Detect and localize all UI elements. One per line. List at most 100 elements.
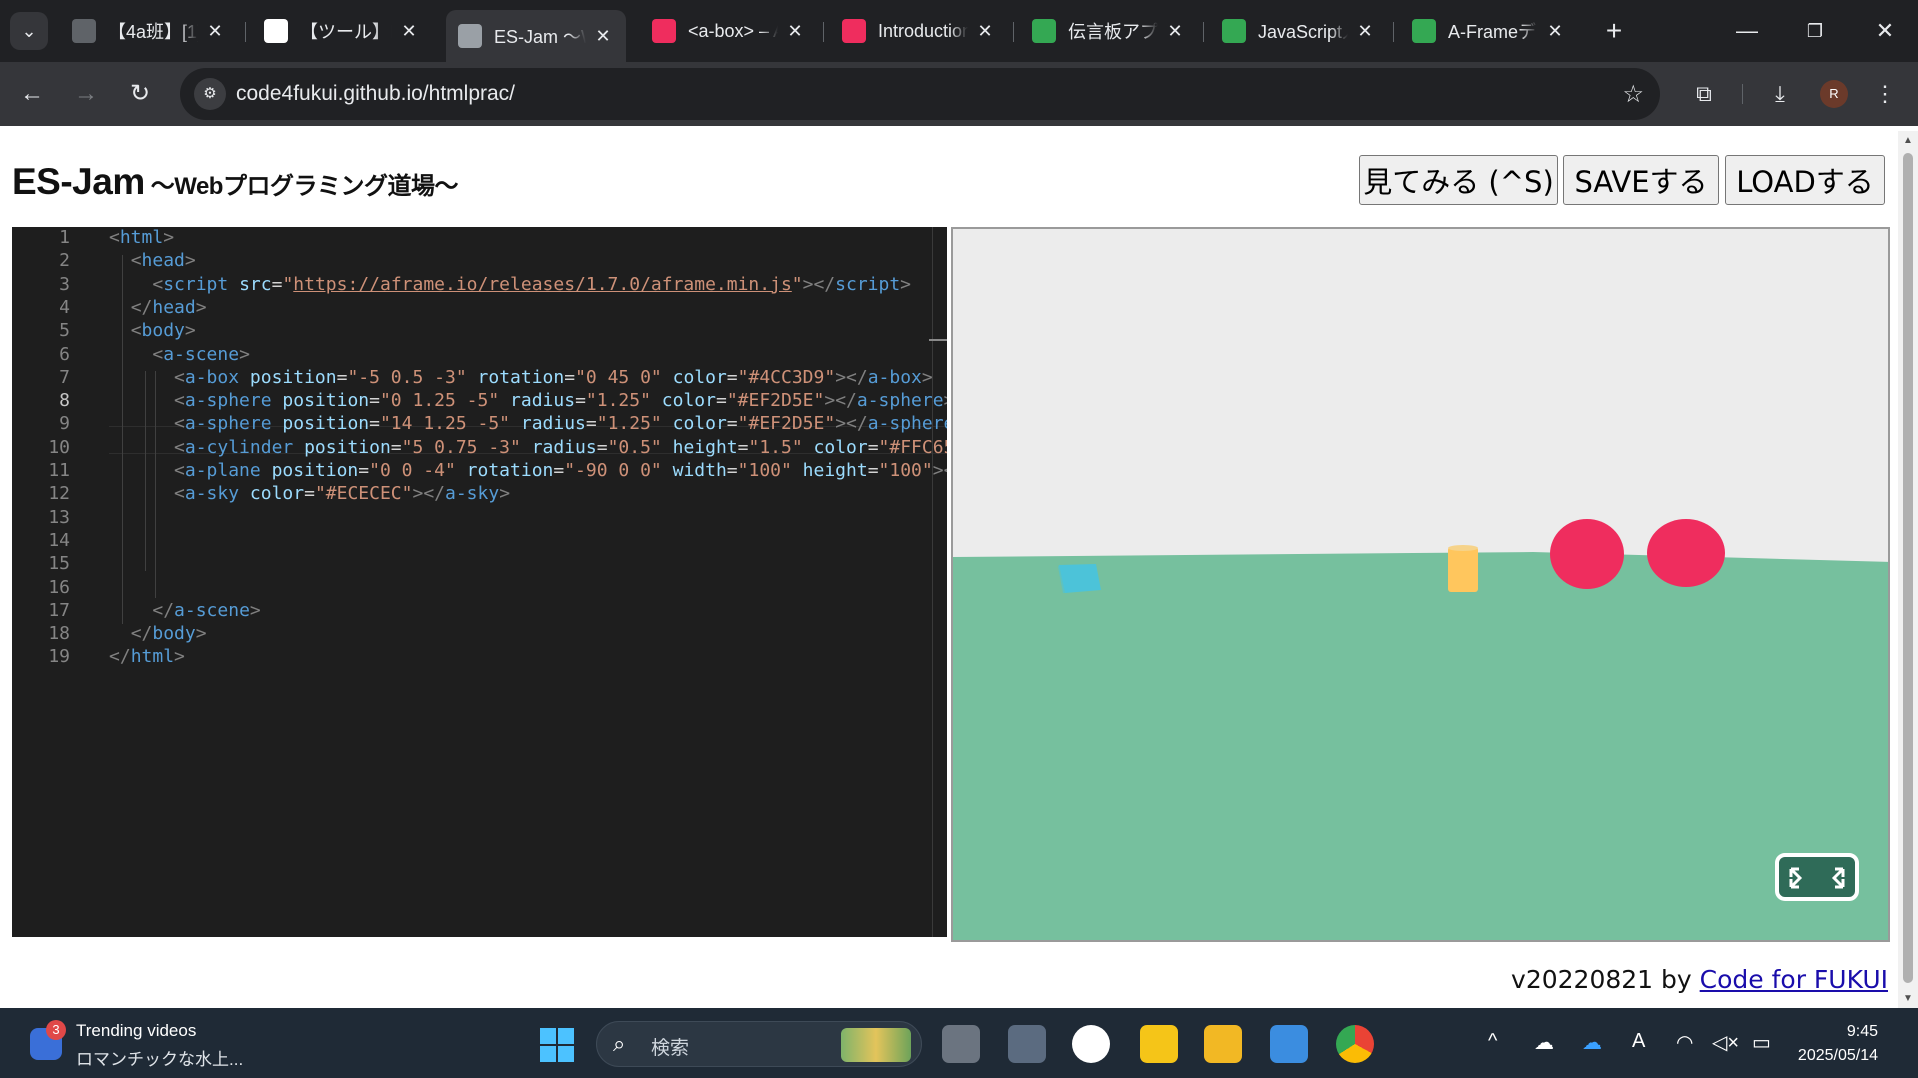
close-tab-icon[interactable]: ✕: [784, 21, 806, 42]
scene-box[interactable]: [1058, 564, 1101, 593]
tab[interactable]: ES-Jam ～W ✕: [446, 10, 626, 62]
profile-avatar[interactable]: R: [1820, 80, 1848, 108]
close-tab-icon[interactable]: ✕: [1164, 21, 1186, 42]
menu-kebab-icon[interactable]: ⋮: [1870, 76, 1900, 112]
file-explorer-icon[interactable]: [1204, 1025, 1242, 1063]
tab[interactable]: <a-box> – A ✕: [640, 10, 818, 52]
show-hidden-icons-icon[interactable]: ^: [1488, 1030, 1497, 1053]
close-tab-icon[interactable]: ✕: [204, 21, 226, 42]
tab[interactable]: JavaScript入 ✕: [1210, 10, 1388, 52]
scene-sphere-1[interactable]: [1550, 519, 1624, 589]
code-line[interactable]: <a-scene>: [109, 344, 250, 365]
code-for-fukui-link[interactable]: Code for FUKUI: [1700, 965, 1888, 994]
code-token: ></: [835, 413, 868, 435]
load-button[interactable]: LOADする: [1725, 155, 1885, 205]
tab[interactable]: A-Frameデ ✕: [1400, 10, 1578, 52]
forward-button[interactable]: →: [68, 76, 104, 112]
close-tab-icon[interactable]: ✕: [1354, 21, 1376, 42]
code-line[interactable]: </body>: [109, 623, 207, 644]
editor-scrollbar-track[interactable]: [932, 227, 933, 937]
google-drive-icon: [1222, 19, 1246, 43]
scene-cylinder[interactable]: [1448, 545, 1478, 592]
taskbar-search[interactable]: ⌕ 検索: [596, 1021, 922, 1067]
sticky-notes-icon[interactable]: [1140, 1025, 1178, 1063]
tab-search-button[interactable]: ⌄: [10, 12, 48, 50]
minimize-button[interactable]: —: [1724, 14, 1770, 48]
battery-icon[interactable]: ▭: [1752, 1030, 1771, 1055]
scrollbar-thumb[interactable]: [1903, 153, 1913, 983]
system-clock[interactable]: 9:45 2025/05/14: [1798, 1020, 1878, 1068]
code-token: "#ECECEC": [314, 483, 413, 505]
code-line[interactable]: <script src="https://aframe.io/releases/…: [109, 274, 911, 295]
notepad-icon[interactable]: [1270, 1025, 1308, 1063]
close-tab-icon[interactable]: ✕: [974, 21, 996, 42]
save-button[interactable]: SAVEする: [1563, 155, 1719, 205]
cloud-sync-error-icon[interactable]: ☁: [1534, 1030, 1554, 1055]
app-name: ES-Jam: [12, 161, 145, 202]
close-window-button[interactable]: ✕: [1862, 14, 1908, 48]
line-number-gutter: 1 2 3 4 5 6 7 8 9 10 11 12 13 14 15 16 17 18 19: [12, 227, 82, 937]
ime-mode-icon[interactable]: A: [1632, 1030, 1645, 1053]
start-button[interactable]: [540, 1028, 574, 1062]
close-tab-icon[interactable]: ✕: [592, 26, 614, 47]
run-button[interactable]: 見てみる (^S): [1359, 155, 1558, 205]
code-token: >: [174, 646, 185, 668]
restore-button[interactable]: ❐: [1792, 14, 1838, 48]
widget-news-title[interactable]: Trending videos: [76, 1021, 196, 1041]
code-line[interactable]: </a-scene>: [109, 600, 260, 621]
editor-scrollbar-thumb[interactable]: [929, 339, 947, 341]
site-info-icon[interactable]: ⚙: [194, 78, 226, 110]
extensions-icon[interactable]: ⧉: [1686, 76, 1722, 112]
page-scrollbar[interactable]: ▲ ▼: [1898, 131, 1918, 1008]
code-token: </: [109, 646, 131, 668]
code-token: =: [726, 460, 738, 481]
new-tab-button[interactable]: +: [1596, 14, 1632, 50]
code-line[interactable]: <html>: [109, 227, 174, 248]
tab[interactable]: 【ツール】RGB ✕: [252, 10, 432, 52]
bookmark-star-icon[interactable]: ☆: [1622, 80, 1644, 109]
scroll-down-arrow-icon[interactable]: ▼: [1902, 993, 1914, 1004]
code-line[interactable]: <a-sphere position="0 1.25 -5" radius="1…: [109, 390, 947, 411]
code-token: html: [130, 646, 175, 668]
reload-button[interactable]: ↻: [122, 76, 158, 112]
scene-sphere-2[interactable]: [1647, 519, 1725, 587]
scene-ground-plane: [953, 552, 1888, 940]
slack-icon[interactable]: [1072, 1025, 1110, 1063]
tab[interactable]: 伝言板アプリ ✕: [1020, 10, 1198, 52]
url-text[interactable]: code4fukui.github.io/htmlprac/: [236, 82, 515, 106]
code-line[interactable]: </html>: [109, 646, 185, 667]
volume-muted-icon[interactable]: ◁×: [1712, 1030, 1739, 1055]
task-view-icon[interactable]: [942, 1025, 980, 1063]
scene-preview[interactable]: [951, 227, 1890, 942]
code-line[interactable]: <body>: [109, 320, 196, 341]
wifi-icon[interactable]: ◠: [1676, 1030, 1693, 1055]
code-editor[interactable]: 1 2 3 4 5 6 7 8 9 10 11 12 13 14 15 16 17 18 19 <html> <he…: [12, 227, 947, 937]
line-number: 17: [48, 599, 70, 621]
onedrive-icon[interactable]: ☁: [1582, 1030, 1602, 1055]
address-bar[interactable]: ⚙ code4fukui.github.io/htmlprac/ ☆: [180, 68, 1660, 120]
download-icon[interactable]: ⤓: [1762, 76, 1798, 112]
fullscreen-icon[interactable]: [1775, 853, 1859, 901]
code-line[interactable]: <a-plane position="0 0 -4" rotation="-90…: [109, 460, 947, 481]
code-line[interactable]: <a-sky color="#ECECEC"></a-sky>: [109, 483, 510, 504]
code-line[interactable]: <a-sphere position="14 1.25 -5" radius="…: [109, 413, 947, 434]
back-button[interactable]: ←: [14, 76, 50, 112]
scroll-up-arrow-icon[interactable]: ▲: [1902, 135, 1914, 146]
code-line[interactable]: <a-cylinder position="5 0.75 -3" radius=…: [109, 437, 947, 458]
code-line[interactable]: </head>: [109, 297, 207, 318]
close-tab-icon[interactable]: ✕: [1544, 21, 1566, 42]
tab[interactable]: Introduction ✕: [830, 10, 1008, 52]
code-token: "0 0 -4": [369, 460, 456, 481]
chrome-icon[interactable]: [1336, 1025, 1374, 1063]
calculator-icon[interactable]: [1008, 1025, 1046, 1063]
tab[interactable]: 【4a班】[1] ✕: [60, 10, 238, 52]
code-line[interactable]: <a-box position="-5 0.5 -3" rotation="0 …: [109, 367, 933, 388]
code-token: =: [726, 366, 738, 388]
tab-title: ES-Jam ～W: [494, 27, 586, 47]
code-line[interactable]: <head>: [109, 250, 196, 271]
widget-news-subtitle[interactable]: ロマンチックな水上...: [76, 1045, 243, 1070]
close-tab-icon[interactable]: ✕: [398, 21, 420, 42]
